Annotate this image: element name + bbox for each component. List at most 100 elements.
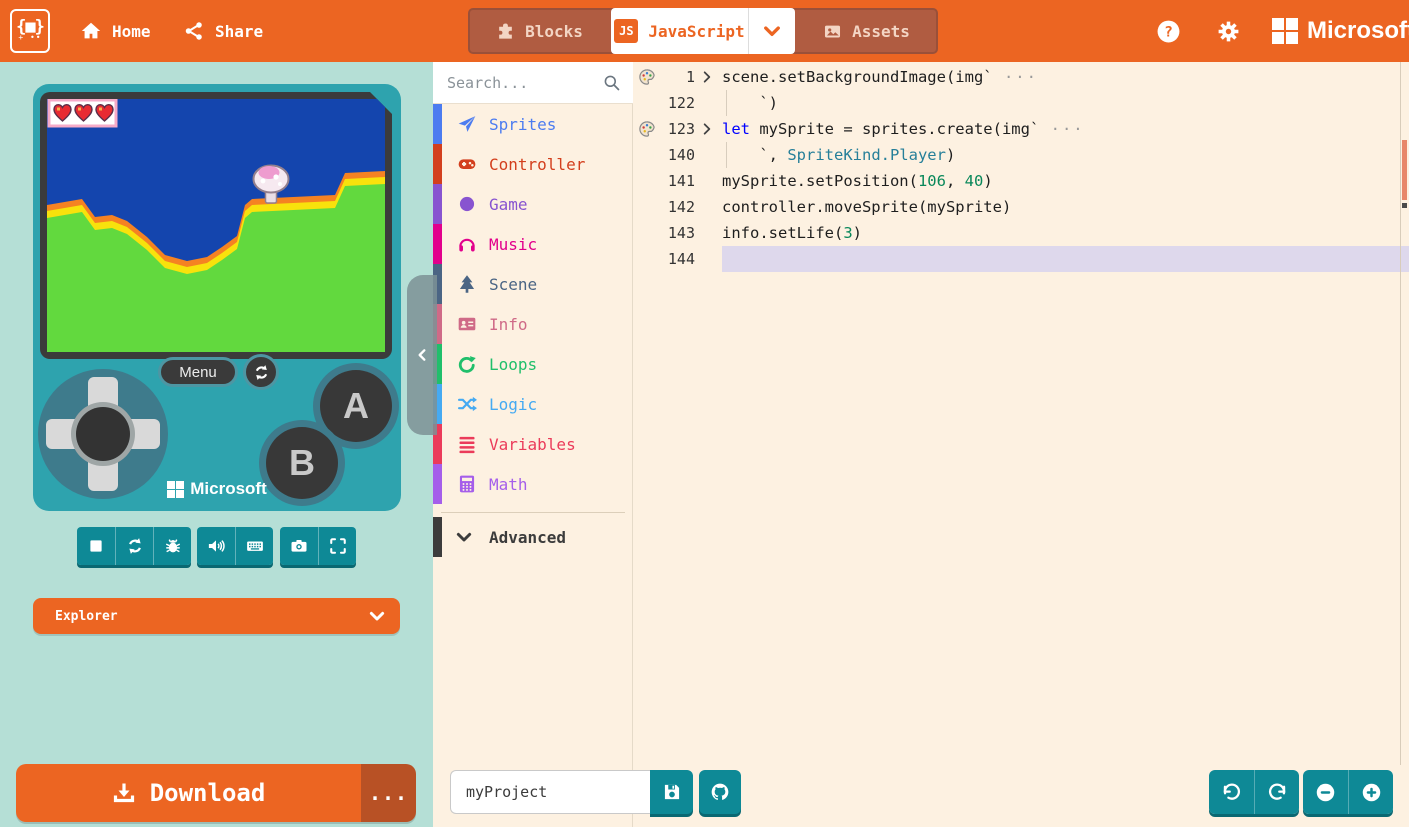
tab-javascript-dropdown[interactable]	[748, 8, 795, 54]
restart-button[interactable]	[115, 527, 153, 565]
chevron-down-icon	[368, 607, 386, 625]
code-token: )	[983, 172, 992, 190]
code-line-123[interactable]: 123let mySprite = sprites.create(img` ··…	[633, 116, 1409, 142]
tree-icon	[457, 274, 477, 294]
code-line-142[interactable]: 142controller.moveSprite(mySprite)	[633, 194, 1409, 220]
toolbox-category-math[interactable]: Math	[433, 464, 633, 504]
tab-blocks[interactable]: Blocks	[468, 8, 611, 54]
home-button[interactable]: Home	[80, 0, 151, 62]
dpad-center[interactable]	[76, 407, 130, 461]
fold-spacer	[700, 174, 714, 188]
toolbox-category-variables[interactable]: Variables	[433, 424, 633, 464]
simulator-device: Menu A B Microsoft	[33, 84, 401, 511]
code-token: `)	[722, 94, 778, 112]
category-label: Variables	[489, 435, 576, 454]
download-button[interactable]: Download	[16, 764, 361, 822]
sim-control-group-0	[77, 527, 191, 565]
tab-javascript[interactable]: JS JavaScript	[611, 8, 748, 54]
arcade-logo-icon[interactable]: {■} + ••	[10, 9, 50, 53]
toolbox-category-info[interactable]: Info	[433, 304, 633, 344]
sim-reset-button[interactable]	[243, 354, 279, 390]
image-literal-palette-icon	[638, 68, 656, 86]
category-label: Loops	[489, 355, 537, 374]
mute-button[interactable]	[197, 527, 235, 565]
category-label: Controller	[489, 155, 585, 174]
toolbox-category-logic[interactable]: Logic	[433, 384, 633, 424]
zoom-in-button[interactable]	[1348, 770, 1393, 814]
microsoft-logo[interactable]: Microsoft	[1272, 0, 1409, 62]
svg-text:?: ?	[1164, 23, 1173, 40]
stop-button[interactable]	[77, 527, 115, 565]
editor-overview-ruler[interactable]	[1400, 62, 1409, 765]
line-number: 122	[657, 94, 695, 112]
help-button[interactable]: ?	[1150, 0, 1186, 62]
microsoft-wordmark: Microsoft	[1307, 17, 1409, 45]
code-line-140[interactable]: 140 `, SpriteKind.Player)	[633, 142, 1409, 168]
category-color-strip	[433, 184, 442, 224]
code-editor[interactable]: 1 scene.setBackgroundImage(img` ··· 122 `)…	[633, 62, 1409, 827]
code-token: let	[722, 120, 750, 138]
toolbox-category-music[interactable]: Music	[433, 224, 633, 264]
image-icon	[823, 22, 842, 41]
settings-button[interactable]	[1208, 0, 1248, 62]
fullscreen-button[interactable]	[318, 527, 356, 565]
explorer-toggle[interactable]: Explorer	[33, 598, 400, 634]
simulator-screen-bezel	[40, 92, 392, 359]
puzzle-icon	[496, 22, 515, 41]
code-token: mySprite = sprites.create(img`	[750, 120, 1039, 138]
help-icon: ?	[1156, 19, 1181, 44]
toolbox-search-input[interactable]: Search...	[433, 62, 633, 104]
toolbox-category-scene[interactable]: Scene	[433, 264, 633, 304]
code-line-1[interactable]: 1 scene.setBackgroundImage(img` ···	[633, 64, 1409, 90]
toolbox-category-loops[interactable]: Loops	[433, 344, 633, 384]
toolbox-advanced-toggle[interactable]: Advanced	[433, 517, 633, 557]
tab-assets[interactable]: Assets	[795, 8, 938, 54]
line-number: 144	[657, 250, 695, 268]
save-icon	[662, 782, 682, 802]
overview-cursor-marker	[1402, 203, 1407, 208]
code-token: mySprite.setPosition(	[722, 172, 918, 190]
project-name-input[interactable]: myProject	[450, 770, 650, 814]
redo-button[interactable]	[1254, 770, 1299, 814]
sim-button-b-label: B	[289, 442, 315, 484]
code-line-122[interactable]: 122 `)	[633, 90, 1409, 116]
category-label: Game	[489, 195, 528, 214]
category-label: Logic	[489, 395, 537, 414]
download-options-button[interactable]: ...	[361, 764, 416, 822]
fold-spacer	[700, 252, 714, 266]
game-screen[interactable]	[47, 99, 385, 352]
save-project-button[interactable]	[650, 770, 693, 814]
toolbox-category-sprites[interactable]: Sprites	[433, 104, 633, 144]
category-color-strip	[433, 224, 442, 264]
advanced-label: Advanced	[489, 528, 566, 547]
github-button[interactable]	[699, 770, 741, 814]
arcade-logo-braces: {■}	[16, 20, 44, 34]
keyboard-button[interactable]	[235, 527, 273, 565]
code-token: ···	[1039, 120, 1084, 138]
tab-assets-label: Assets	[852, 22, 910, 41]
github-icon	[710, 782, 730, 802]
debug-button[interactable]	[153, 527, 191, 565]
line-number: 1	[657, 68, 695, 86]
code-text: let mySprite = sprites.create(img` ···	[722, 120, 1085, 138]
code-text: `)	[722, 94, 778, 112]
code-text: scene.setBackgroundImage(img` ···	[722, 68, 1038, 86]
toolbox-category-game[interactable]: Game	[433, 184, 633, 224]
fold-chevron-icon[interactable]	[700, 122, 714, 136]
fold-chevron-icon[interactable]	[700, 70, 714, 84]
sim-menu-button[interactable]: Menu	[158, 357, 238, 387]
code-line-144[interactable]: 144	[633, 246, 1409, 272]
zoom-out-button[interactable]	[1303, 770, 1348, 814]
code-line-141[interactable]: 141mySprite.setPosition(106, 40)	[633, 168, 1409, 194]
glyph-spacer	[638, 198, 656, 216]
share-button[interactable]: Share	[183, 0, 263, 62]
share-label: Share	[215, 22, 263, 41]
js-icon: JS	[614, 19, 638, 43]
toolbox-category-controller[interactable]: Controller	[433, 144, 633, 184]
simulator-collapse-handle[interactable]	[407, 275, 437, 435]
code-token: 106	[918, 172, 946, 190]
code-line-143[interactable]: 143info.setLife(3)	[633, 220, 1409, 246]
screenshot-button[interactable]	[280, 527, 318, 565]
lives-display	[49, 100, 116, 126]
undo-button[interactable]	[1209, 770, 1254, 814]
